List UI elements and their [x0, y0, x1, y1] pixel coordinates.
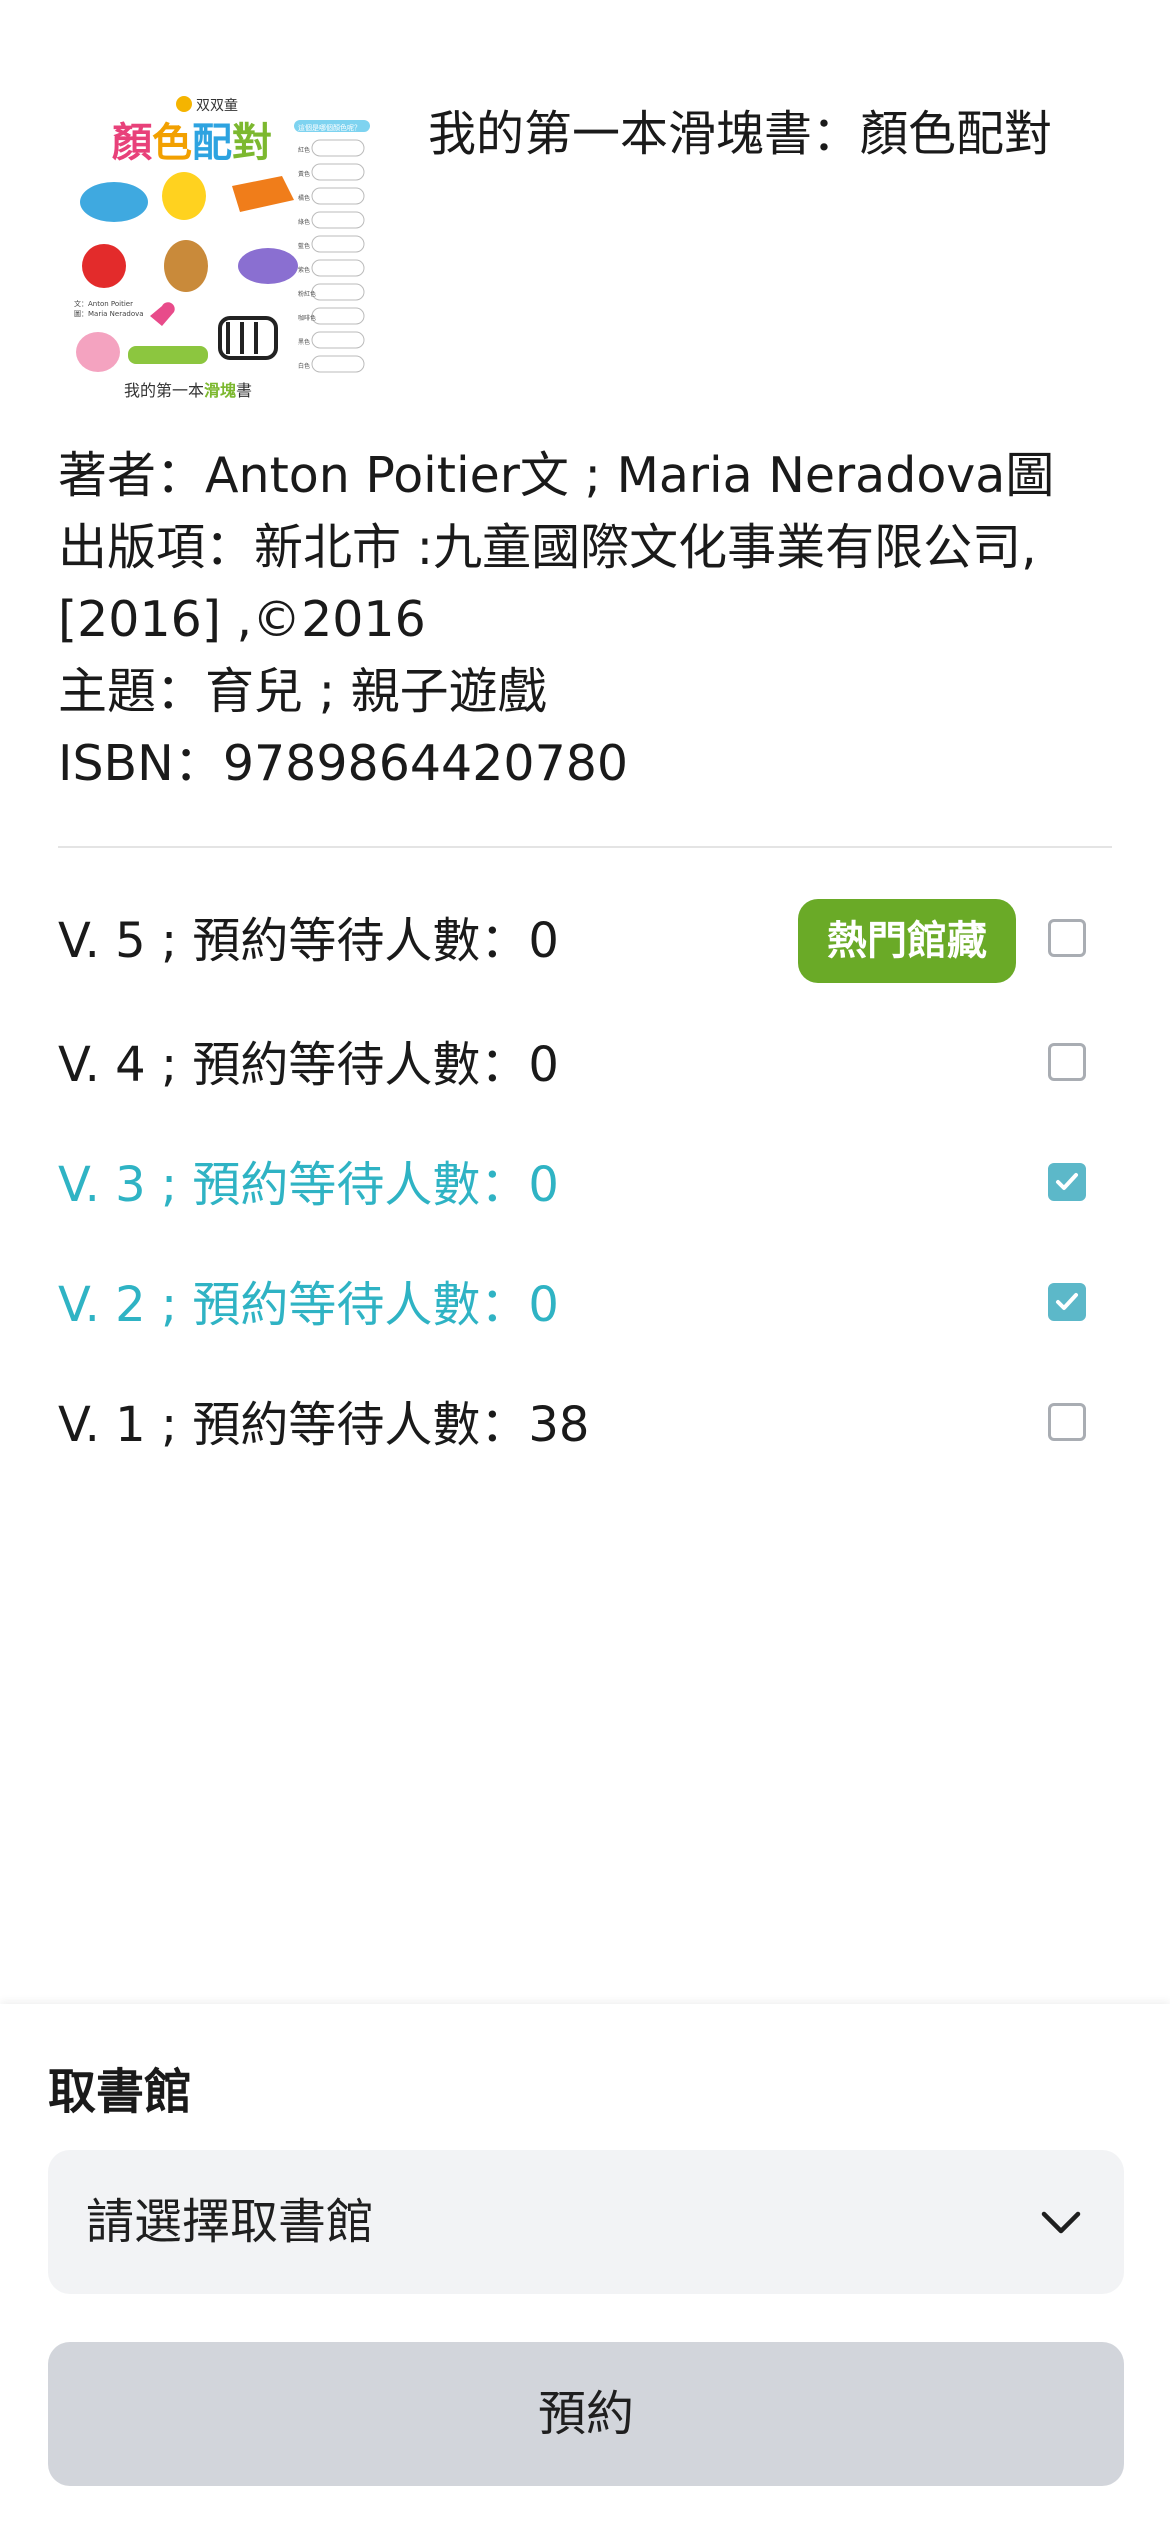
- cover-title-char-3: 配: [192, 120, 232, 166]
- subject-line: 主題：育兒 ; 親子遊戲: [58, 663, 547, 720]
- pickup-library-select[interactable]: 請選擇取書館: [48, 2150, 1124, 2294]
- cover-color-label: 綠色: [298, 218, 310, 226]
- publisher-date-line: [2016] ,©2016: [58, 591, 426, 648]
- cover-brand: 双双童: [196, 97, 238, 114]
- cover-color-pill: [311, 211, 365, 229]
- author-line: 著者：Anton Poitier文 ; Maria Neradova圖: [58, 447, 1055, 504]
- volume-row-4[interactable]: V. 4 ; 預約等待人數：0: [58, 1020, 1112, 1110]
- book-title: 我的第一本滑塊書：顏色配對: [428, 106, 1053, 162]
- cover-color-pill: [311, 259, 365, 277]
- cover-color-pill: [311, 283, 365, 301]
- cover-color-pill: [311, 139, 365, 157]
- book-cover-image: 双双童 顏 色 配 對 文：Anton Poitier 圖：Maria Nera…: [72, 90, 372, 410]
- volume-checkbox[interactable]: [1048, 1403, 1086, 1441]
- cover-credit-author: 文：Anton Poitier: [74, 299, 133, 308]
- cover-color-label: 黑色: [298, 338, 310, 346]
- book-metadata: 著者：Anton Poitier文 ; Maria Neradova圖 出版項：…: [58, 440, 1118, 800]
- check-icon: [1056, 1173, 1078, 1190]
- cover-side-header: 這個是哪個顏色呢？: [298, 123, 361, 132]
- cover-color-label: 咖啡色: [298, 314, 316, 322]
- volume-row-1[interactable]: V. 1 ; 預約等待人數：38: [58, 1380, 1112, 1470]
- cover-color-label: 紫色: [298, 266, 310, 274]
- pickup-library-title: 取書館: [48, 2064, 193, 2120]
- check-icon: [1056, 1293, 1078, 1310]
- volume-label: V. 5 ; 預約等待人數：0: [58, 913, 559, 969]
- volume-checkbox[interactable]: [1048, 1163, 1086, 1201]
- volume-label: V. 2 ; 預約等待人數：0: [58, 1277, 559, 1333]
- cover-color-pill: [311, 235, 365, 253]
- volume-label: V. 4 ; 預約等待人數：0: [58, 1037, 559, 1093]
- volume-checkbox[interactable]: [1048, 1283, 1086, 1321]
- cover-color-label: 白色: [298, 362, 310, 370]
- volume-row-2[interactable]: V. 2 ; 預約等待人數：0: [58, 1260, 1112, 1350]
- chevron-down-icon: [1041, 2211, 1081, 2234]
- volume-label: V. 3 ; 預約等待人數：0: [58, 1157, 559, 1213]
- section-divider: [58, 846, 1112, 848]
- volume-checkbox[interactable]: [1048, 919, 1086, 957]
- cover-title-char-2: 色: [152, 120, 192, 166]
- cover-color-label: 黃色: [298, 170, 310, 178]
- volume-label: V. 1 ; 預約等待人數：38: [58, 1397, 590, 1453]
- cover-title-char-4: 對: [232, 120, 272, 166]
- cover-title-char-1: 顏: [112, 120, 152, 166]
- cover-color-pill: [311, 307, 365, 325]
- cover-color-pill: [311, 163, 365, 181]
- cover-bottom-pre: 我的第一本: [124, 381, 204, 400]
- volume-checkbox[interactable]: [1048, 1043, 1086, 1081]
- volume-row-5[interactable]: V. 5 ; 預約等待人數：0 熱門館藏: [58, 896, 1112, 986]
- cover-color-pill: [311, 331, 365, 349]
- volume-row-3[interactable]: V. 3 ; 預約等待人數：0: [58, 1140, 1112, 1230]
- cover-bottom-highlight: 滑塊: [204, 381, 236, 400]
- reserve-button[interactable]: 預約: [48, 2342, 1124, 2486]
- cover-color-label: 粉紅色: [298, 290, 316, 298]
- svg-text:我的第一本滑塊書: 我的第一本滑塊書: [124, 381, 252, 400]
- popular-badge: 熱門館藏: [798, 899, 1016, 983]
- cover-color-label: 紅色: [298, 146, 310, 154]
- cover-color-pill: [311, 187, 365, 205]
- cover-bottom-post: 書: [236, 381, 252, 400]
- pickup-library-placeholder: 請選擇取書館: [86, 2194, 375, 2250]
- cover-color-label: 藍色: [298, 242, 310, 250]
- pickup-sheet: 取書館 請選擇取書館 預約: [0, 2004, 1170, 2532]
- cover-color-pill: [311, 355, 365, 373]
- isbn-line: ISBN：9789864420780: [58, 735, 629, 792]
- cover-credit-illustrator: 圖：Maria Neradova: [74, 310, 144, 318]
- publisher-line: 出版項：新北市 :九童國際文化事業有限公司,: [58, 519, 1037, 576]
- cover-color-label: 橘色: [298, 194, 310, 202]
